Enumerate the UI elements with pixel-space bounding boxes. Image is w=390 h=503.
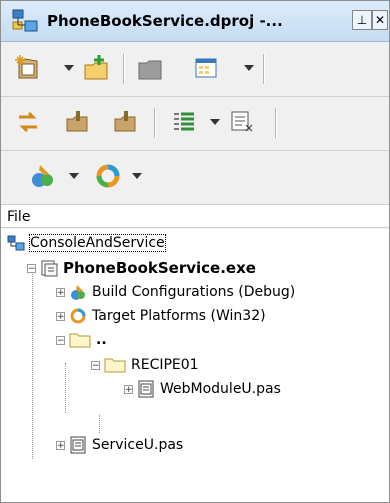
sync-icon[interactable] [13,107,43,141]
expand-icon[interactable]: + [56,287,65,297]
toolbar-separator [154,108,156,138]
project-tree: ConsoleAndService − PhoneBookService.exe… [1,229,389,502]
options-icon[interactable] [191,53,221,87]
collapse-icon[interactable]: − [91,360,100,370]
close-icon[interactable]: ✕ [372,10,388,30]
sort-icon[interactable] [226,107,256,141]
project-icon [40,259,58,277]
tree-connector [32,267,34,459]
list-icon[interactable] [169,107,199,141]
add-file-icon[interactable] [81,53,111,87]
tree-item-label: WebModuleU.pas [160,381,281,397]
window-title: PhoneBookService.dproj -... [47,12,283,30]
toolbar-row-2 [1,96,389,151]
compile-icon[interactable] [111,107,141,141]
tree-item-group[interactable]: ConsoleAndService [7,231,166,255]
project-manager-icon [11,7,39,35]
expand-icon[interactable]: + [56,311,65,321]
folder-icon [104,356,126,374]
toolbar-row-1 [1,42,389,97]
project-group-icon [7,234,25,252]
chevron-down-icon[interactable] [244,65,254,71]
tree-item-target-platforms[interactable]: + Target Platforms (Win32) [56,304,266,328]
folder-icon [69,331,91,349]
expand-icon[interactable]: + [56,440,65,450]
tree-item-service-unit[interactable]: + ServiceU.pas [56,433,183,457]
toolbar-row-3 [1,150,389,205]
chevron-down-icon[interactable] [64,65,74,71]
tree-item-label: .. [96,332,107,348]
build-icon[interactable] [63,107,93,141]
chevron-down-icon[interactable] [132,173,142,179]
tree-item-parent-folder[interactable]: − .. [56,328,107,352]
pin-icon[interactable]: ⊥ [352,10,372,30]
tree-item-label: ServiceU.pas [92,437,184,453]
new-item-icon[interactable] [13,53,43,87]
pas-file-icon [137,380,155,398]
tree-item-build-configurations[interactable]: + Build Configurations (Debug) [56,280,295,304]
chevron-down-icon[interactable] [69,173,79,179]
tree-item-label: RECIPE01 [131,357,199,373]
tree-connector [65,363,67,413]
toolbar-separator [123,54,125,84]
tree-item-web-module[interactable]: + WebModuleU.pas [124,377,281,401]
target-platform-icon[interactable] [93,161,123,195]
project-manager-panel: PhoneBookService.dproj -... ⊥ ✕ File Con… [0,0,390,503]
tree-item-label: Build Configurations (Debug) [92,284,296,300]
pas-file-icon [69,436,87,454]
tree-item-label: PhoneBookService.exe [63,259,256,277]
collapse-icon[interactable]: − [27,263,36,273]
tree-item-project[interactable]: − PhoneBookService.exe [27,256,256,280]
toolbar-separator [263,54,265,84]
tree-connector [99,415,101,433]
build-config-icon[interactable] [27,161,57,195]
remove-icon[interactable] [135,53,165,87]
collapse-icon[interactable]: − [56,335,65,345]
toolbar-separator [275,108,277,138]
build-config-icon [69,283,87,301]
tree-item-label: Target Platforms (Win32) [92,308,266,324]
target-platform-icon [69,307,87,325]
title-bar: PhoneBookService.dproj -... ⊥ ✕ [1,1,389,42]
tree-item-recipe-folder[interactable]: − RECIPE01 [91,353,199,377]
column-header-file[interactable]: File [1,204,389,228]
chevron-down-icon[interactable] [210,119,220,125]
tree-item-label: ConsoleAndService [29,234,166,252]
expand-icon[interactable]: + [124,384,133,394]
